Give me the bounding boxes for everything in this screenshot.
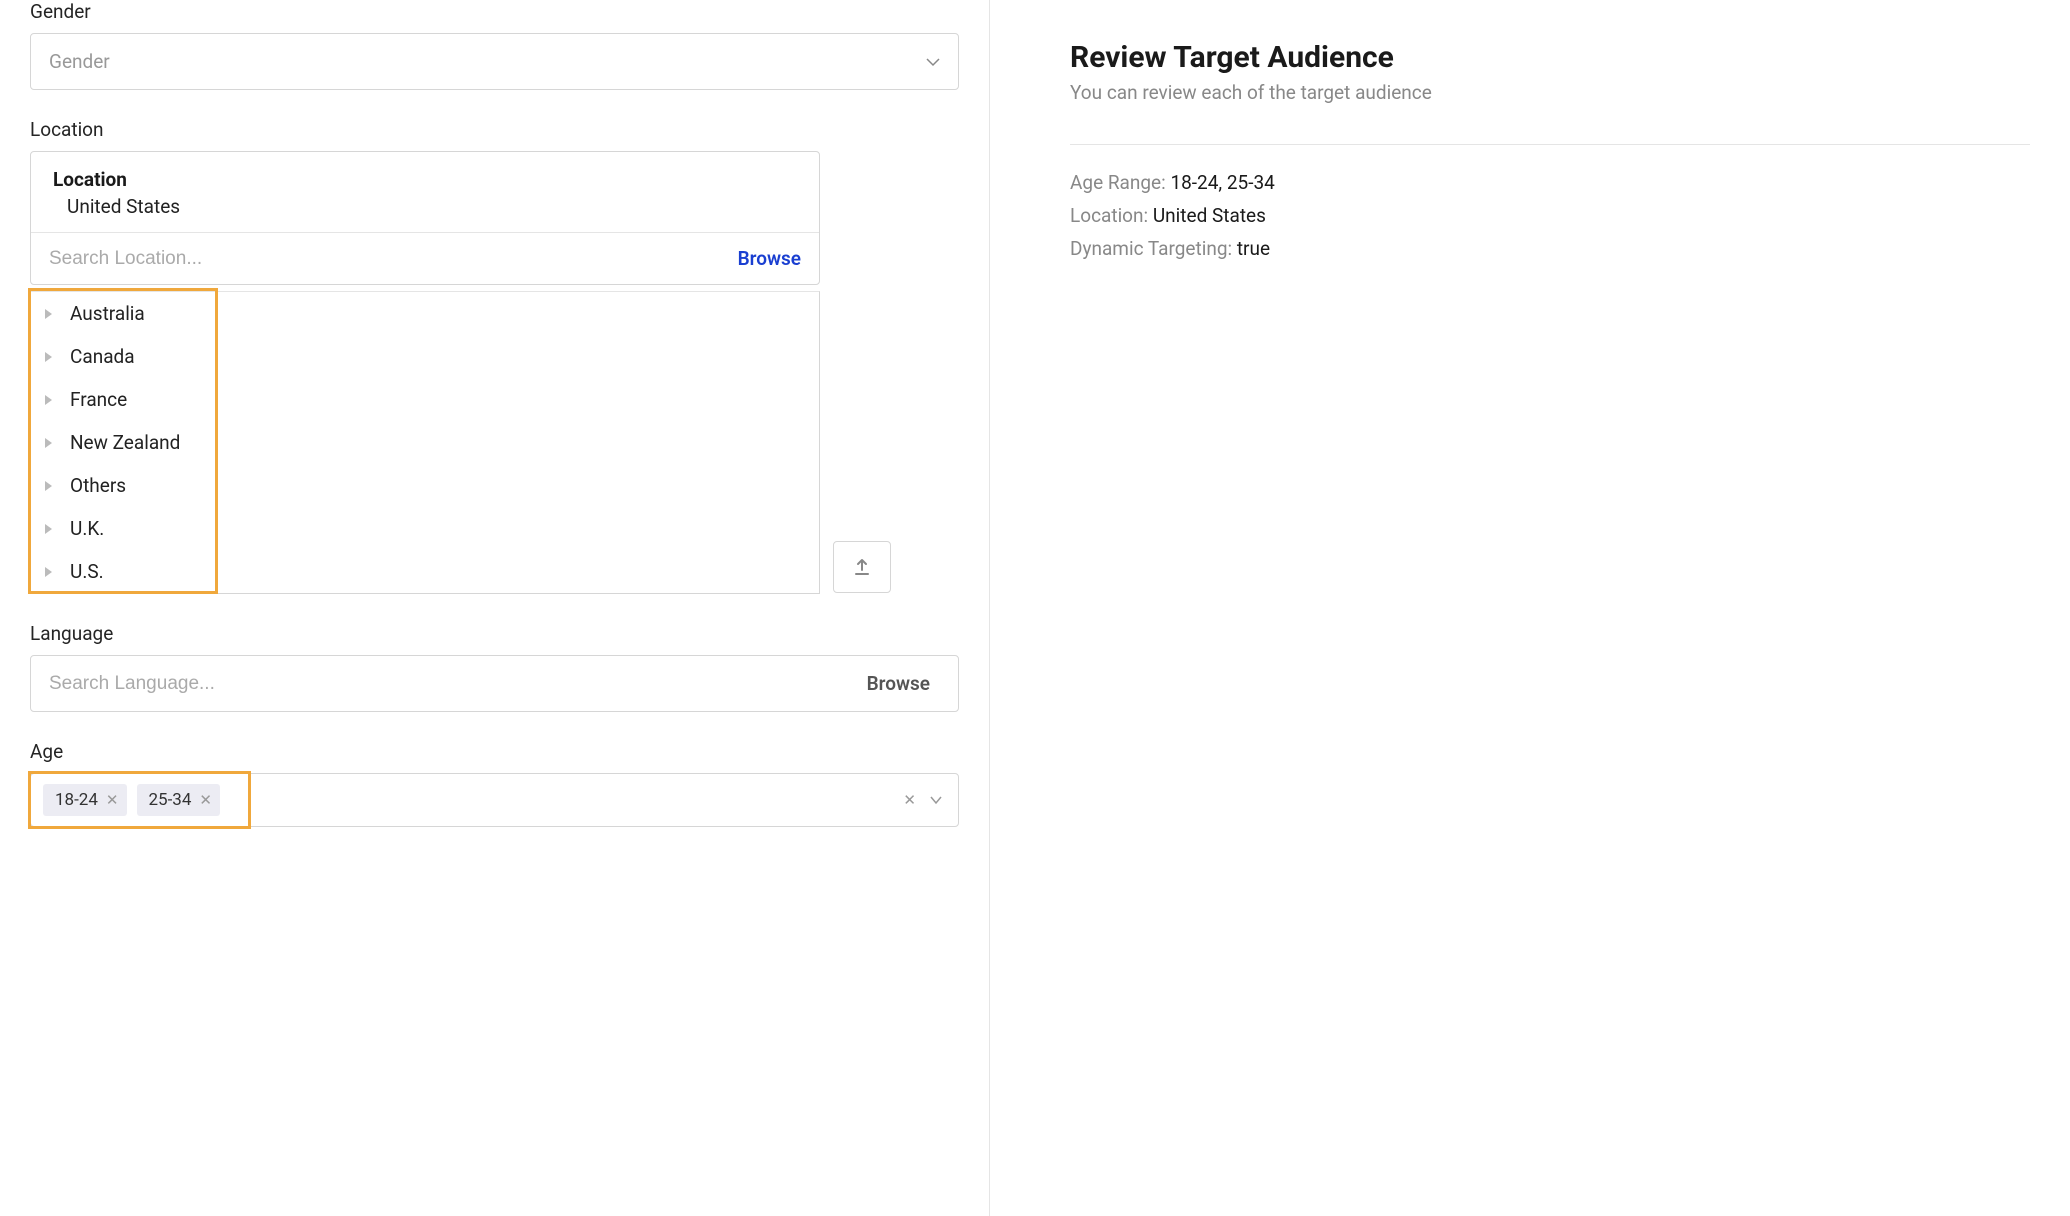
caret-right-icon — [45, 438, 52, 448]
location-label: Location — [30, 118, 959, 141]
location-selected-value: United States — [53, 195, 797, 218]
upload-icon — [852, 557, 872, 577]
close-icon[interactable]: ✕ — [199, 791, 212, 809]
gender-placeholder: Gender — [49, 50, 110, 73]
age-tag-label: 25-34 — [149, 790, 192, 810]
caret-right-icon — [45, 352, 52, 362]
location-option[interactable]: New Zealand — [31, 421, 819, 464]
location-card: Location United States Browse — [30, 151, 820, 285]
review-label: Age Range: — [1070, 171, 1166, 194]
caret-right-icon — [45, 567, 52, 577]
location-search-input[interactable] — [49, 248, 738, 270]
location-panel-title: Location — [53, 168, 797, 191]
gender-select[interactable]: Gender — [30, 33, 959, 90]
caret-right-icon — [45, 309, 52, 319]
chevron-down-icon — [926, 57, 940, 67]
review-title: Review Target Audience — [1070, 40, 2030, 75]
review-subtitle: You can review each of the target audien… — [1070, 81, 2030, 104]
review-location: Location: United States — [1070, 204, 2030, 227]
location-option[interactable]: U.S. — [31, 550, 819, 593]
location-option[interactable]: Australia — [31, 292, 819, 335]
gender-label: Gender — [30, 0, 959, 23]
location-option-label: U.S. — [70, 560, 104, 583]
location-option[interactable]: Others — [31, 464, 819, 507]
review-value: true — [1237, 237, 1270, 260]
review-label: Dynamic Targeting: — [1070, 237, 1232, 260]
chevron-down-icon[interactable] — [930, 796, 942, 805]
location-option-label: U.K. — [70, 517, 104, 540]
upload-button[interactable] — [833, 541, 891, 593]
language-label: Language — [30, 622, 959, 645]
language-search-row: Browse — [30, 655, 959, 712]
age-tag-label: 18-24 — [55, 790, 98, 810]
language-search-input[interactable] — [49, 673, 867, 695]
review-label: Location: — [1070, 204, 1148, 227]
location-dropdown: Australia Canada France New Zealand Othe… — [30, 291, 820, 594]
location-option-label: Australia — [70, 302, 145, 325]
location-option[interactable]: U.K. — [31, 507, 819, 550]
review-dynamic-targeting: Dynamic Targeting: true — [1070, 237, 2030, 260]
age-label: Age — [30, 740, 959, 763]
age-tag[interactable]: 18-24 ✕ — [43, 784, 127, 816]
caret-right-icon — [45, 481, 52, 491]
location-option-label: New Zealand — [70, 431, 180, 454]
age-tag[interactable]: 25-34 ✕ — [137, 784, 221, 816]
review-value: 18-24, 25-34 — [1170, 171, 1274, 194]
caret-right-icon — [45, 524, 52, 534]
location-option[interactable]: France — [31, 378, 819, 421]
language-browse-link[interactable]: Browse — [867, 672, 930, 695]
divider — [1070, 144, 2030, 145]
location-option-label: Canada — [70, 345, 135, 368]
location-option-label: France — [70, 388, 127, 411]
review-value: United States — [1153, 204, 1266, 227]
close-icon[interactable]: ✕ — [106, 791, 119, 809]
clear-all-icon[interactable]: ✕ — [903, 791, 916, 809]
caret-right-icon — [45, 395, 52, 405]
location-browse-link[interactable]: Browse — [738, 247, 801, 270]
location-option-label: Others — [70, 474, 126, 497]
age-multiselect[interactable]: 18-24 ✕ 25-34 ✕ ✕ — [30, 773, 959, 827]
location-option[interactable]: Canada — [31, 335, 819, 378]
review-age-range: Age Range: 18-24, 25-34 — [1070, 171, 2030, 194]
